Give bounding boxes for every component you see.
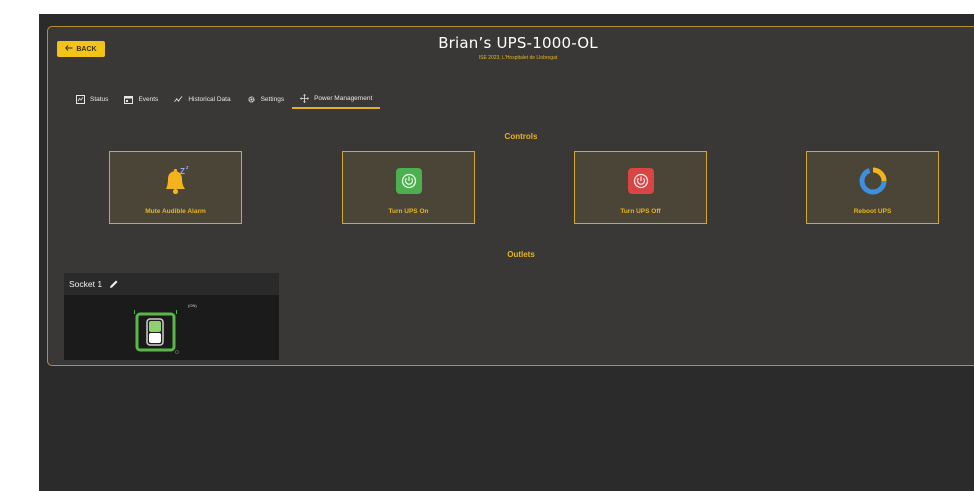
tab-status-label: Status — [90, 95, 109, 103]
tab-historical-data-label: Historical Data — [188, 95, 231, 103]
tab-historical-data[interactable]: Historical Data — [166, 89, 238, 109]
historical-data-icon — [174, 95, 183, 104]
reboot-icon — [855, 163, 891, 199]
tab-power-management-label: Power Management — [314, 94, 373, 102]
tab-power-management[interactable]: Power Management — [292, 89, 381, 109]
turn-ups-off-button[interactable]: Turn UPS Off — [574, 151, 707, 224]
gear-icon — [247, 95, 256, 104]
events-icon — [124, 95, 134, 104]
power-off-icon — [627, 168, 654, 194]
socket-header: Socket 1 — [64, 273, 279, 295]
power-on-icon — [395, 168, 422, 194]
tab-bar: Status Events Historical Data Settings P… — [68, 89, 381, 109]
app-window: BACK Brian’s UPS-1000-OL ISE 2023, L'Hos… — [39, 14, 974, 491]
turn-ups-on-label: Turn UPS On — [388, 208, 429, 215]
svg-text:Z: Z — [180, 167, 185, 176]
socket-state-label: (ON) — [188, 303, 197, 308]
reboot-ups-button[interactable]: Reboot UPS — [806, 151, 939, 224]
tab-status[interactable]: Status — [68, 89, 116, 109]
toggle-switch-icon — [134, 310, 179, 354]
back-button-label: BACK — [76, 45, 97, 53]
turn-ups-on-button[interactable]: Turn UPS On — [342, 151, 475, 224]
tab-events[interactable]: Events — [116, 89, 166, 109]
bell-snooze-icon: Z z — [158, 163, 194, 199]
power-off-icon-wrap — [623, 163, 659, 199]
mute-alarm-button[interactable]: Z z Mute Audible Alarm — [109, 151, 242, 224]
device-panel: BACK Brian’s UPS-1000-OL ISE 2023, L'Hos… — [47, 26, 974, 366]
page-subtitle: ISE 2023, L'Hospitalet de Llobregat — [478, 55, 558, 61]
status-icon — [76, 94, 85, 104]
reboot-ups-label: Reboot UPS — [853, 208, 892, 215]
svg-text:z: z — [186, 165, 189, 171]
tab-settings-label: Settings — [260, 95, 285, 103]
back-button[interactable]: BACK — [57, 41, 105, 57]
tab-events-label: Events — [138, 95, 159, 103]
page-title: Brian’s UPS-1000-OL — [438, 34, 598, 52]
controls-heading: Controls — [504, 132, 538, 141]
socket-card: Socket 1 (ON) — [64, 273, 279, 360]
tab-settings[interactable]: Settings — [239, 89, 293, 109]
power-on-icon-wrap — [391, 163, 427, 199]
socket-name: Socket 1 — [69, 279, 103, 289]
mute-alarm-label: Mute Audible Alarm — [145, 208, 206, 215]
power-management-icon — [300, 93, 310, 103]
pencil-icon[interactable] — [109, 279, 119, 289]
outlets-heading: Outlets — [507, 250, 535, 259]
arrow-left-icon — [65, 45, 73, 53]
turn-ups-off-label: Turn UPS Off — [620, 208, 661, 215]
socket-switch[interactable]: (ON) — [132, 303, 197, 357]
